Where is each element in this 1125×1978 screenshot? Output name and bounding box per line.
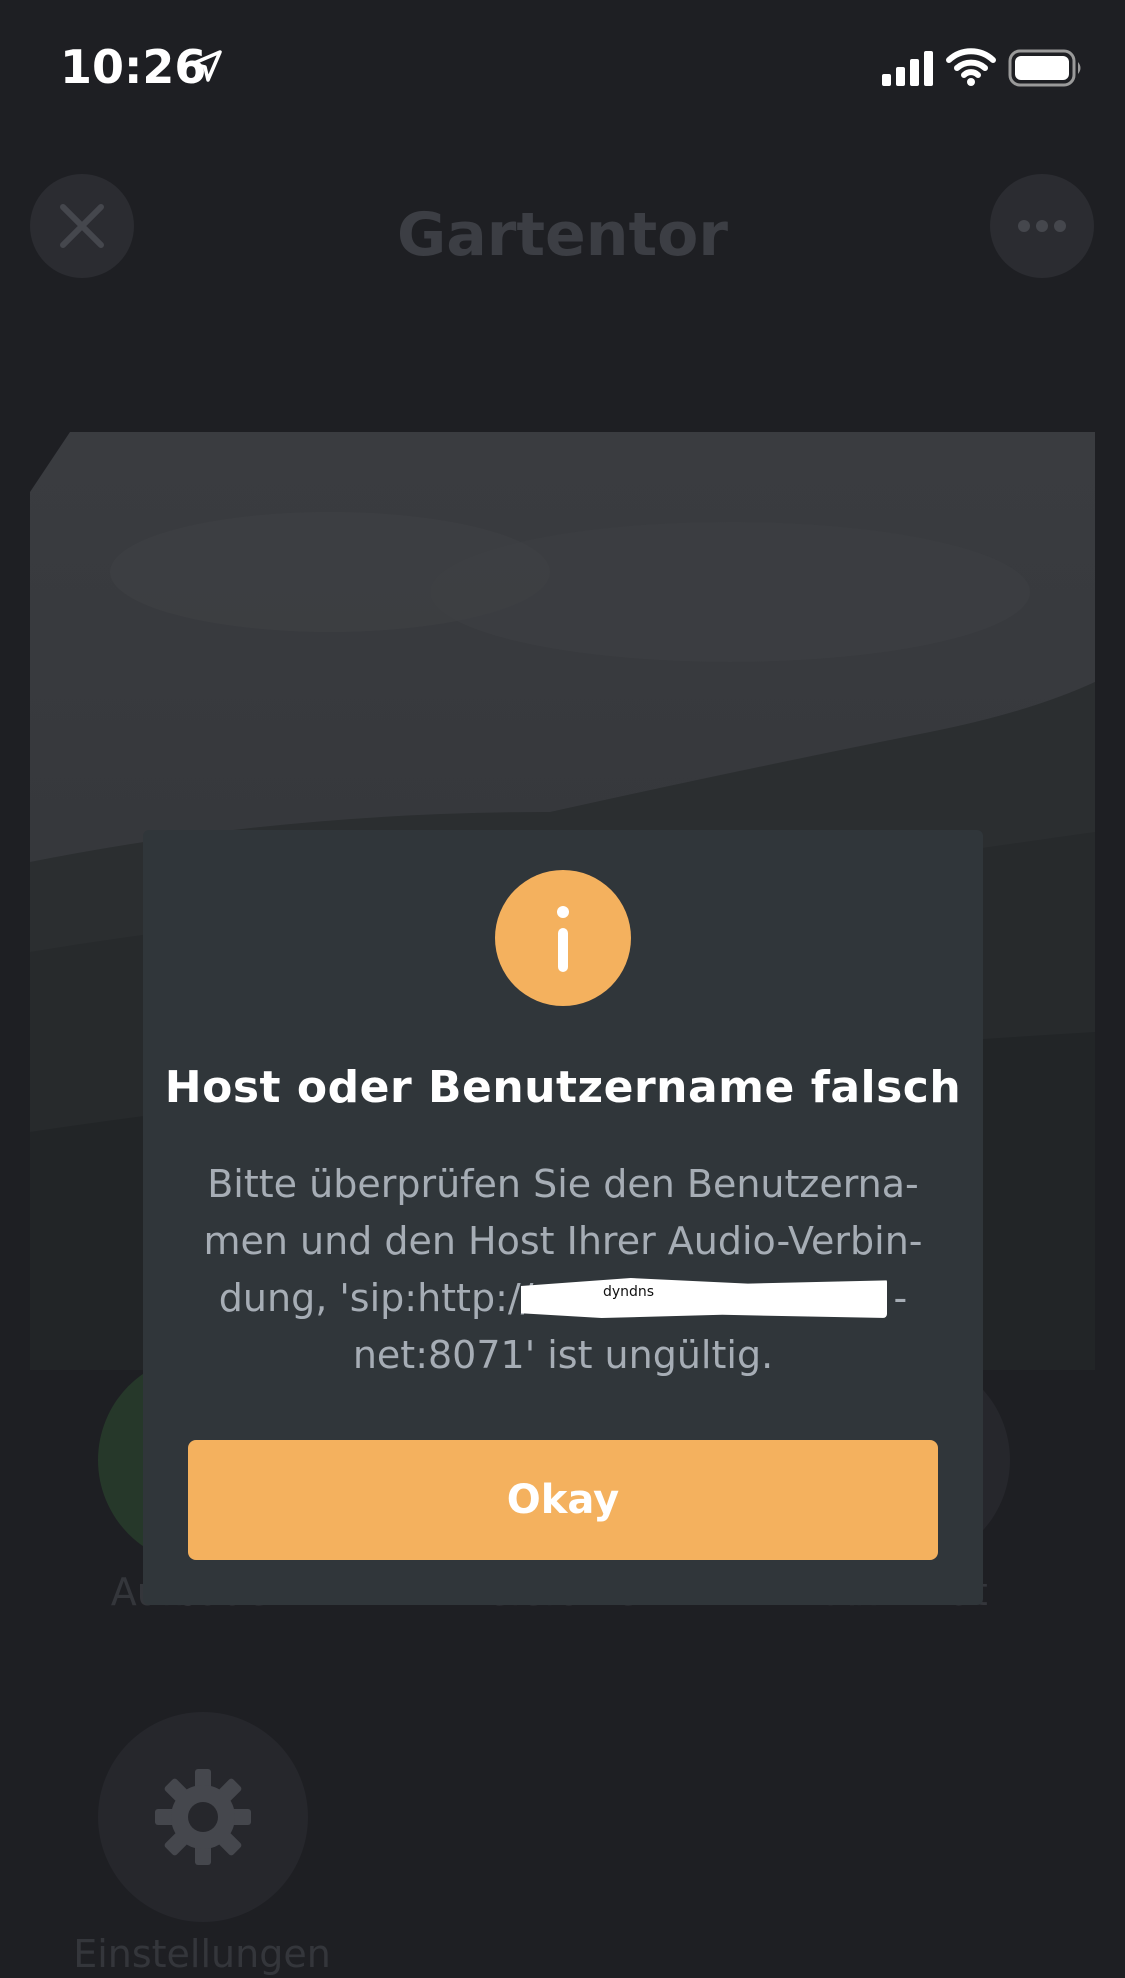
message-line3-start: dung, 'sip:http://: [218, 1276, 534, 1320]
alert-dialog: Host oder Benutzername falsch Bitte über…: [143, 830, 983, 1605]
dialog-title: Host oder Benutzername falsch: [164, 1062, 962, 1113]
more-icon: [1018, 220, 1066, 232]
info-icon: [495, 870, 631, 1006]
more-button[interactable]: [990, 174, 1094, 278]
location-arrow-icon: [190, 50, 222, 82]
signal-icon: [882, 51, 933, 86]
message-line3-end: -: [893, 1276, 908, 1320]
message-line: net:8071' ist ungültig.: [352, 1333, 774, 1377]
wifi-icon: [946, 48, 996, 86]
gear-icon: [155, 1769, 251, 1865]
redaction-mark: dyndns: [521, 1278, 887, 1318]
status-time: 10:26: [60, 40, 207, 94]
battery-icon: [1008, 49, 1081, 87]
message-line: men und den Host Ihrer Audio-Verbin-: [203, 1219, 923, 1263]
okay-button[interactable]: Okay: [188, 1440, 938, 1560]
redaction-text: dyndns: [603, 1284, 655, 1300]
settings-action-label: Einstellungen: [73, 1932, 331, 1976]
settings-action-button[interactable]: [98, 1712, 308, 1922]
status-bar: 10:26: [0, 0, 1125, 140]
dialog-message: Bitte überprüfen Sie den Benutzerna- men…: [183, 1156, 943, 1384]
page-title: Gartentor: [397, 200, 728, 270]
message-line: Bitte überprüfen Sie den Benutzerna-: [207, 1162, 919, 1206]
